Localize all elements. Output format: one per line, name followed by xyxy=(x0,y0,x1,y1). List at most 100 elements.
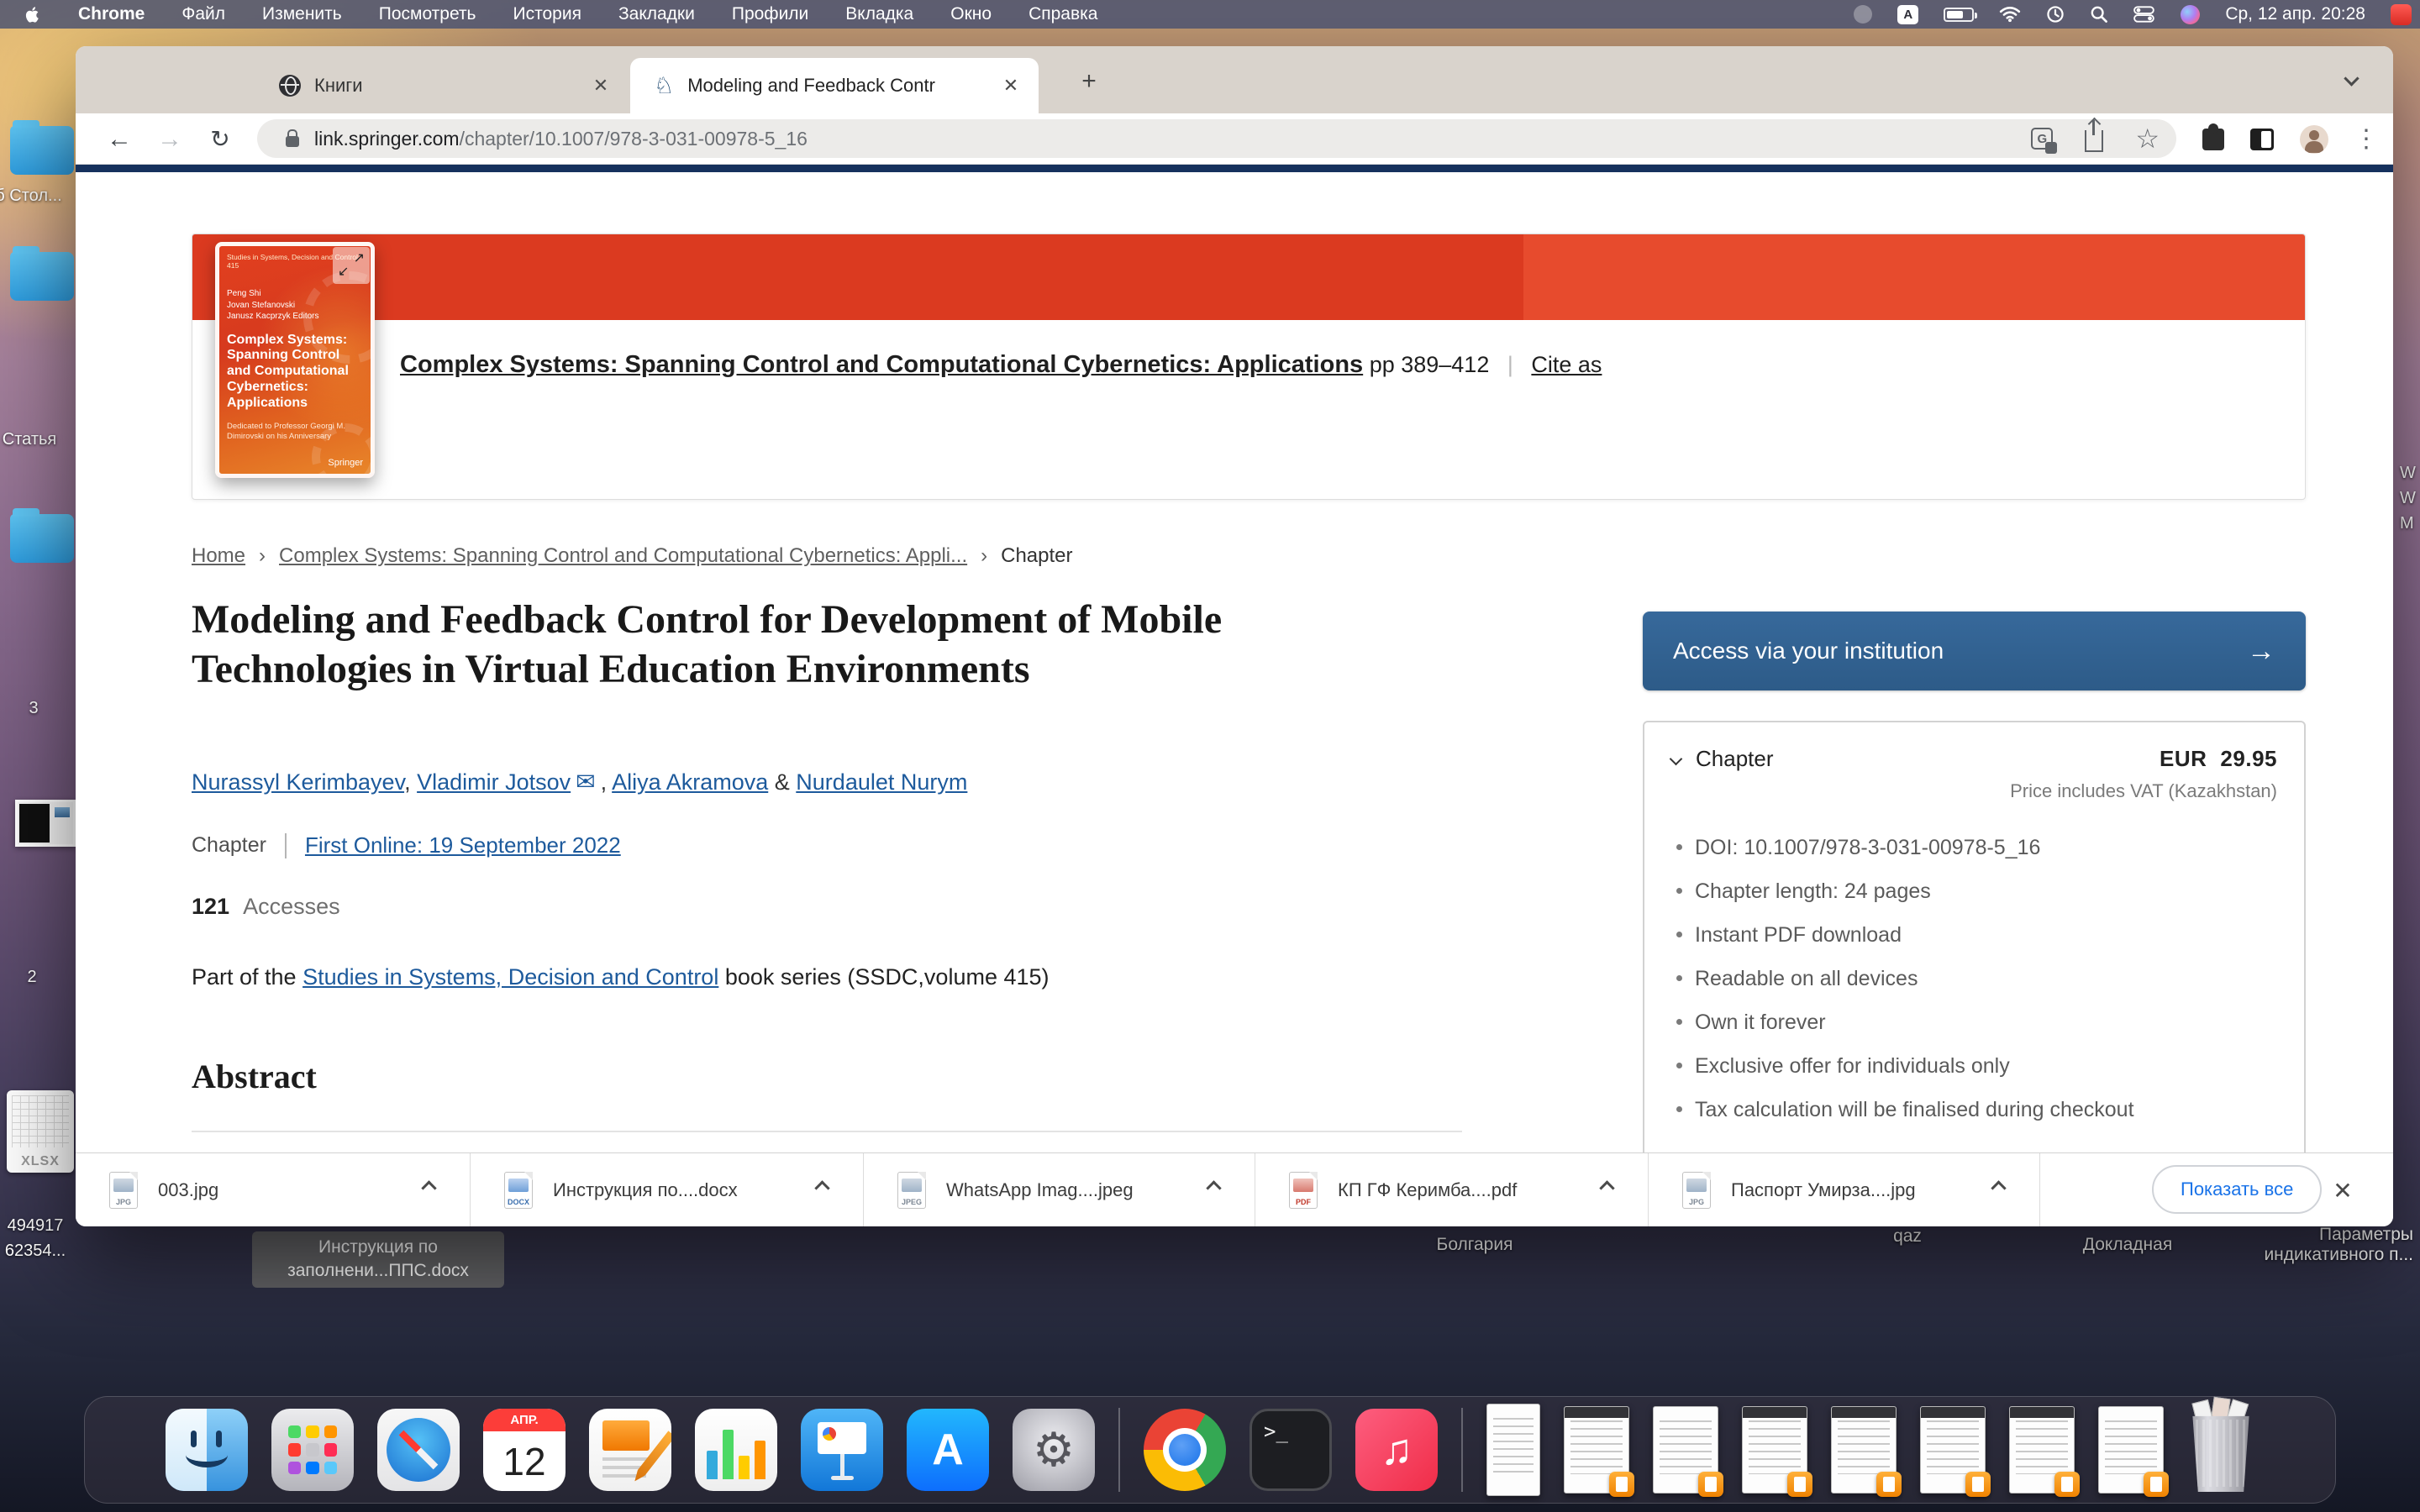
reload-button[interactable]: ↻ xyxy=(200,113,240,165)
series-link[interactable]: Studies in Systems, Decision and Control xyxy=(302,964,718,990)
launchpad-icon[interactable] xyxy=(271,1409,354,1491)
calendar-icon[interactable]: АПР. 12 xyxy=(483,1409,566,1491)
new-tab-button[interactable]: + xyxy=(1074,66,1104,97)
minimized-document[interactable] xyxy=(2098,1406,2164,1494)
tab-active-article[interactable]: ♘ Modeling and Feedback Contr ✕ xyxy=(630,58,1039,113)
menu-profiles[interactable]: Профили xyxy=(732,4,808,24)
xlsx-badge: XLSX xyxy=(7,1154,74,1169)
menu-history[interactable]: История xyxy=(513,4,581,24)
download-item[interactable]: JPG Паспорт Умирза....jpg xyxy=(1649,1153,2040,1226)
menu-view[interactable]: Посмотреть xyxy=(379,4,476,24)
springer-header-edge xyxy=(76,165,2393,172)
breadcrumb-book-link[interactable]: Complex Systems: Spanning Control and Co… xyxy=(279,544,967,568)
desktop-folder[interactable] xyxy=(10,252,74,301)
download-item[interactable]: DOCX Инструкция по....docx xyxy=(471,1153,864,1226)
first-online-link[interactable]: First Online: 19 September 2022 xyxy=(305,832,621,858)
close-downloads-icon[interactable]: ✕ xyxy=(2324,1167,2361,1214)
download-item[interactable]: PDF КП ГФ Керимба....pdf xyxy=(1255,1153,1649,1226)
author-link[interactable]: Nurdaulet Nurym xyxy=(796,769,967,795)
share-icon[interactable] xyxy=(2085,130,2103,152)
lock-icon[interactable] xyxy=(286,136,299,147)
minimized-document[interactable] xyxy=(1831,1406,1897,1494)
battery-icon[interactable] xyxy=(1944,8,1974,22)
desktop-folder[interactable] xyxy=(10,514,74,563)
tab-search-chevron-icon[interactable] xyxy=(2346,73,2357,88)
chrome-menu-dots-icon[interactable]: ⋮ xyxy=(2346,113,2386,165)
minimized-document[interactable] xyxy=(1486,1404,1540,1496)
menu-app-name[interactable]: Chrome xyxy=(78,4,145,24)
translate-icon[interactable]: G xyxy=(2031,128,2053,150)
access-institution-button[interactable]: Access via your institution → xyxy=(1643,612,2306,690)
desktop-image-file[interactable] xyxy=(15,800,76,847)
chevron-up-icon[interactable] xyxy=(817,1183,828,1198)
numbers-icon[interactable] xyxy=(695,1409,777,1491)
menu-window[interactable]: Окно xyxy=(950,4,992,24)
side-panel-icon[interactable] xyxy=(2242,113,2282,165)
chrome-icon[interactable] xyxy=(1144,1409,1226,1491)
tab-books[interactable]: Книги ✕ xyxy=(202,61,630,110)
selected-file-label[interactable]: Инструкция по заполнени...ППС.docx xyxy=(252,1231,504,1288)
music-icon[interactable]: ♫ xyxy=(1355,1409,1438,1491)
system-settings-icon[interactable]: ⚙ xyxy=(1013,1409,1095,1491)
minimized-document[interactable] xyxy=(2009,1406,2075,1494)
minimized-document[interactable] xyxy=(1653,1406,1718,1494)
chevron-up-icon[interactable] xyxy=(1993,1183,2004,1198)
menu-file[interactable]: Файл xyxy=(182,4,225,24)
menu-bar-red-app-icon[interactable] xyxy=(2391,4,2412,25)
chevron-down-icon[interactable] xyxy=(1670,753,1683,766)
download-item[interactable]: JPG 003.jpg xyxy=(76,1153,471,1226)
minimized-document[interactable] xyxy=(1920,1406,1986,1494)
input-source-icon[interactable]: A xyxy=(1897,5,1918,24)
extensions-puzzle-icon[interactable] xyxy=(2193,113,2233,165)
download-item[interactable]: JPEG WhatsApp Imag....jpeg xyxy=(864,1153,1255,1226)
app-store-icon[interactable]: A xyxy=(907,1409,989,1491)
author-link[interactable]: Vladimir Jotsov xyxy=(417,769,571,795)
expand-cover-icon[interactable]: ↗ ↙ xyxy=(333,247,370,284)
forward-button[interactable]: → xyxy=(150,113,190,165)
wifi-icon[interactable] xyxy=(1999,6,2021,23)
safari-icon[interactable] xyxy=(377,1409,460,1491)
book-cover[interactable]: Studies in Systems, Decision and Control… xyxy=(215,242,375,478)
keynote-icon[interactable] xyxy=(801,1409,883,1491)
status-dim-icon[interactable] xyxy=(1854,5,1872,24)
desktop-xlsx-file[interactable]: XLSX xyxy=(7,1090,74,1173)
terminal-icon[interactable]: >_ xyxy=(1249,1409,1332,1491)
spotlight-search-icon[interactable] xyxy=(2090,5,2108,24)
menu-bar-clock[interactable]: Ср, 12 апр. 20:28 xyxy=(2225,4,2365,24)
book-title-link[interactable]: Complex Systems: Spanning Control and Co… xyxy=(400,351,1363,378)
menu-edit[interactable]: Изменить xyxy=(262,4,342,24)
breadcrumb-home-link[interactable]: Home xyxy=(192,544,245,568)
author-link[interactable]: Aliya Akramova xyxy=(612,769,768,795)
menu-bookmarks[interactable]: Закладки xyxy=(618,4,695,24)
time-machine-icon[interactable] xyxy=(2046,5,2065,24)
cite-as-link[interactable]: Cite as xyxy=(1531,352,1602,377)
clipped-desktop-label: W xyxy=(2400,464,2416,483)
email-envelope-icon[interactable]: ✉ xyxy=(576,769,595,795)
finder-icon[interactable] xyxy=(166,1409,248,1491)
menu-tab[interactable]: Вкладка xyxy=(845,4,913,24)
pages-icon[interactable] xyxy=(589,1409,671,1491)
chevron-up-icon[interactable] xyxy=(424,1183,434,1198)
minimized-document[interactable] xyxy=(1742,1406,1807,1494)
chevron-up-icon[interactable] xyxy=(1602,1183,1612,1198)
url-text[interactable]: link.springer.com/chapter/10.1007/978-3-… xyxy=(314,128,808,150)
banner-red-band xyxy=(192,234,2305,320)
article-title: Modeling and Feedback Control for Develo… xyxy=(192,595,1368,694)
address-bar[interactable]: link.springer.com/chapter/10.1007/978-3-… xyxy=(257,119,2176,158)
tab-close-icon[interactable]: ✕ xyxy=(588,73,613,98)
desktop-folder[interactable] xyxy=(10,126,74,175)
menu-help[interactable]: Справка xyxy=(1028,4,1097,24)
trash-icon[interactable] xyxy=(2187,1408,2254,1492)
siri-icon[interactable] xyxy=(2181,5,2200,24)
profile-avatar[interactable] xyxy=(2294,113,2334,165)
control-center-icon[interactable] xyxy=(2133,5,2155,24)
author-link[interactable]: Nurassyl Kerimbayev xyxy=(192,769,404,795)
apple-menu-icon[interactable] xyxy=(25,5,41,24)
bookmark-star-icon[interactable]: ☆ xyxy=(2135,123,2160,155)
minimized-document[interactable] xyxy=(1564,1406,1629,1494)
back-button[interactable]: ← xyxy=(99,113,139,165)
spreadsheet-grid-icon xyxy=(12,1095,69,1147)
tab-close-icon[interactable]: ✕ xyxy=(998,73,1023,98)
show-all-downloads-button[interactable]: Показать все xyxy=(2152,1165,2322,1214)
chevron-up-icon[interactable] xyxy=(1208,1183,1219,1198)
